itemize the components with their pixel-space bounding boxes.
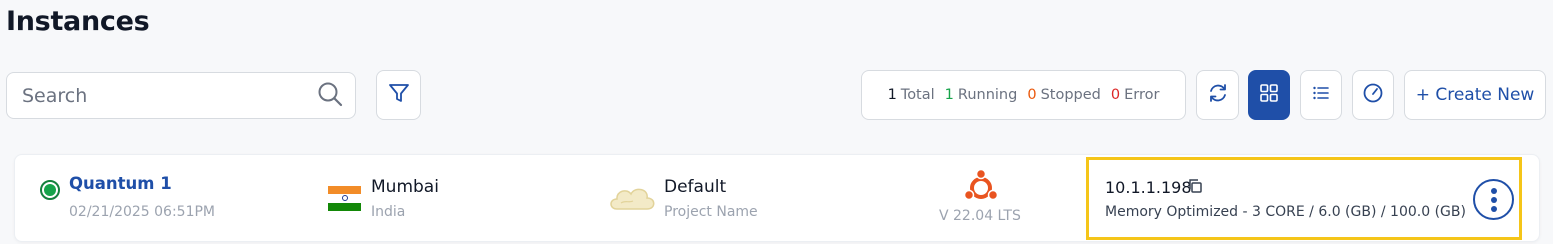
india-flag-icon	[328, 186, 361, 211]
search-icon[interactable]	[317, 81, 343, 111]
region-country: India	[371, 204, 406, 220]
grid-view-button[interactable]	[1248, 70, 1290, 120]
refresh-icon	[1207, 82, 1229, 108]
stat-error: 0 Error	[1110, 87, 1160, 103]
network-spec-highlight	[1086, 157, 1522, 240]
instance-created-date: 02/21/2025 06:51PM	[69, 204, 216, 220]
project-label: Project Name	[664, 204, 758, 220]
instance-ip: 10.1.1.198	[1105, 178, 1192, 197]
grid-icon	[1259, 83, 1279, 107]
page-title: Instances	[6, 6, 150, 37]
ubuntu-icon	[960, 167, 1000, 211]
copy-icon[interactable]	[1187, 178, 1203, 198]
list-icon	[1311, 83, 1331, 107]
instance-name-link[interactable]: Quantum 1	[69, 174, 172, 193]
search-input[interactable]	[22, 84, 317, 107]
monitor-button[interactable]	[1352, 70, 1394, 120]
project-name: Default	[664, 177, 727, 197]
cloud-icon	[607, 181, 657, 219]
filter-icon	[388, 82, 410, 108]
more-vertical-icon	[1490, 187, 1497, 194]
stat-running: 1 Running	[944, 87, 1018, 103]
region-city: Mumbai	[371, 177, 439, 197]
more-options-button[interactable]	[1473, 179, 1514, 220]
stat-total: 1 Total	[887, 87, 935, 103]
instance-stats: 1 Total 1 Running 0 Stopped 0 Error	[861, 70, 1186, 120]
stat-stopped: 0 Stopped	[1027, 87, 1101, 103]
create-new-button[interactable]: + Create New	[1404, 70, 1546, 120]
instance-card[interactable]: Quantum 1 02/21/2025 06:51PM Mumbai Indi…	[14, 154, 1540, 242]
filter-button[interactable]	[376, 70, 421, 120]
gauge-icon	[1362, 82, 1384, 108]
list-view-button[interactable]	[1300, 70, 1342, 120]
search-box[interactable]	[6, 72, 356, 119]
refresh-button[interactable]	[1196, 70, 1239, 120]
os-version: V 22.04 LTS	[939, 208, 1021, 224]
instance-spec: Memory Optimized - 3 CORE / 6.0 (GB) / 1…	[1105, 204, 1466, 220]
status-running-indicator	[40, 180, 60, 200]
